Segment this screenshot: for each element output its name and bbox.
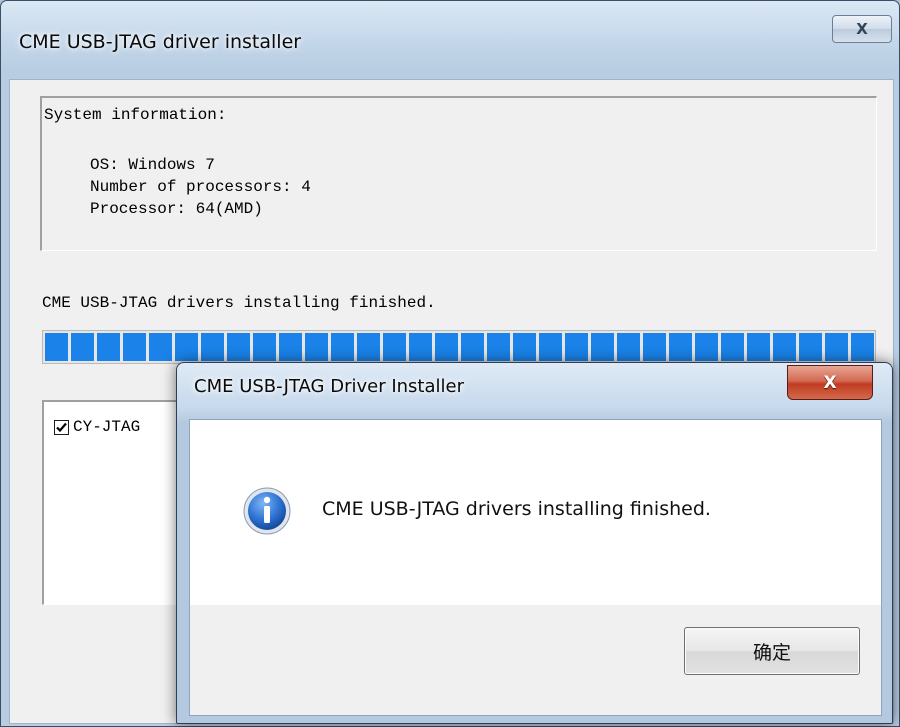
dialog-message: CME USB-JTAG drivers installing finished…	[322, 498, 711, 520]
system-info-box: System information: OS: Windows 7 Number…	[40, 96, 877, 251]
progress-segment	[97, 333, 120, 361]
message-dialog: CME USB-JTAG Driver Installer X CME USB-…	[176, 362, 893, 724]
progress-segment	[357, 333, 380, 361]
progress-segment	[435, 333, 458, 361]
checkmark-icon	[56, 422, 67, 432]
progress-segment	[773, 333, 796, 361]
progress-segment	[695, 333, 718, 361]
progress-segment	[149, 333, 172, 361]
system-info-os: OS: Windows 7	[90, 156, 215, 174]
progress-segment	[617, 333, 640, 361]
progress-segment	[669, 333, 692, 361]
progress-segment	[45, 333, 68, 361]
close-icon: X	[823, 372, 837, 393]
progress-segment	[201, 333, 224, 361]
progress-segment	[851, 333, 874, 361]
dialog-body: CME USB-JTAG drivers installing finished…	[189, 419, 882, 605]
progress-segment	[513, 333, 536, 361]
main-window-title: CME USB-JTAG driver installer	[19, 31, 302, 53]
progress-segment	[305, 333, 328, 361]
progress-segment	[123, 333, 146, 361]
progress-segment	[253, 333, 276, 361]
system-info-heading: System information:	[44, 106, 227, 124]
progress-segment	[383, 333, 406, 361]
progress-segment	[409, 333, 432, 361]
device-list-item[interactable]: CY-JTAG	[54, 418, 140, 436]
progress-segment	[721, 333, 744, 361]
progress-segment	[461, 333, 484, 361]
progress-segment	[539, 333, 562, 361]
info-icon	[243, 487, 291, 535]
progress-segment	[331, 333, 354, 361]
dialog-title: CME USB-JTAG Driver Installer	[194, 376, 464, 397]
progress-segment	[565, 333, 588, 361]
progress-segment	[227, 333, 250, 361]
progress-segment	[279, 333, 302, 361]
progress-segment	[175, 333, 198, 361]
progress-segment	[799, 333, 822, 361]
close-icon: X	[856, 20, 868, 38]
ok-button[interactable]: 确定	[684, 627, 860, 675]
dialog-footer: 确定	[189, 605, 882, 716]
progress-segment	[643, 333, 666, 361]
system-info-processor: Processor: 64(AMD)	[90, 200, 263, 218]
progress-segment	[71, 333, 94, 361]
progress-segment	[747, 333, 770, 361]
dialog-close-button[interactable]: X	[787, 365, 873, 400]
install-status-text: CME USB-JTAG drivers installing finished…	[42, 294, 436, 312]
progress-segment	[487, 333, 510, 361]
progress-segment	[825, 333, 848, 361]
system-info-processors: Number of processors: 4	[90, 178, 311, 196]
install-progress-bar	[42, 330, 876, 364]
main-close-button[interactable]: X	[832, 15, 892, 43]
device-label: CY-JTAG	[73, 418, 141, 436]
device-checkbox[interactable]	[54, 419, 69, 435]
progress-segment	[591, 333, 614, 361]
